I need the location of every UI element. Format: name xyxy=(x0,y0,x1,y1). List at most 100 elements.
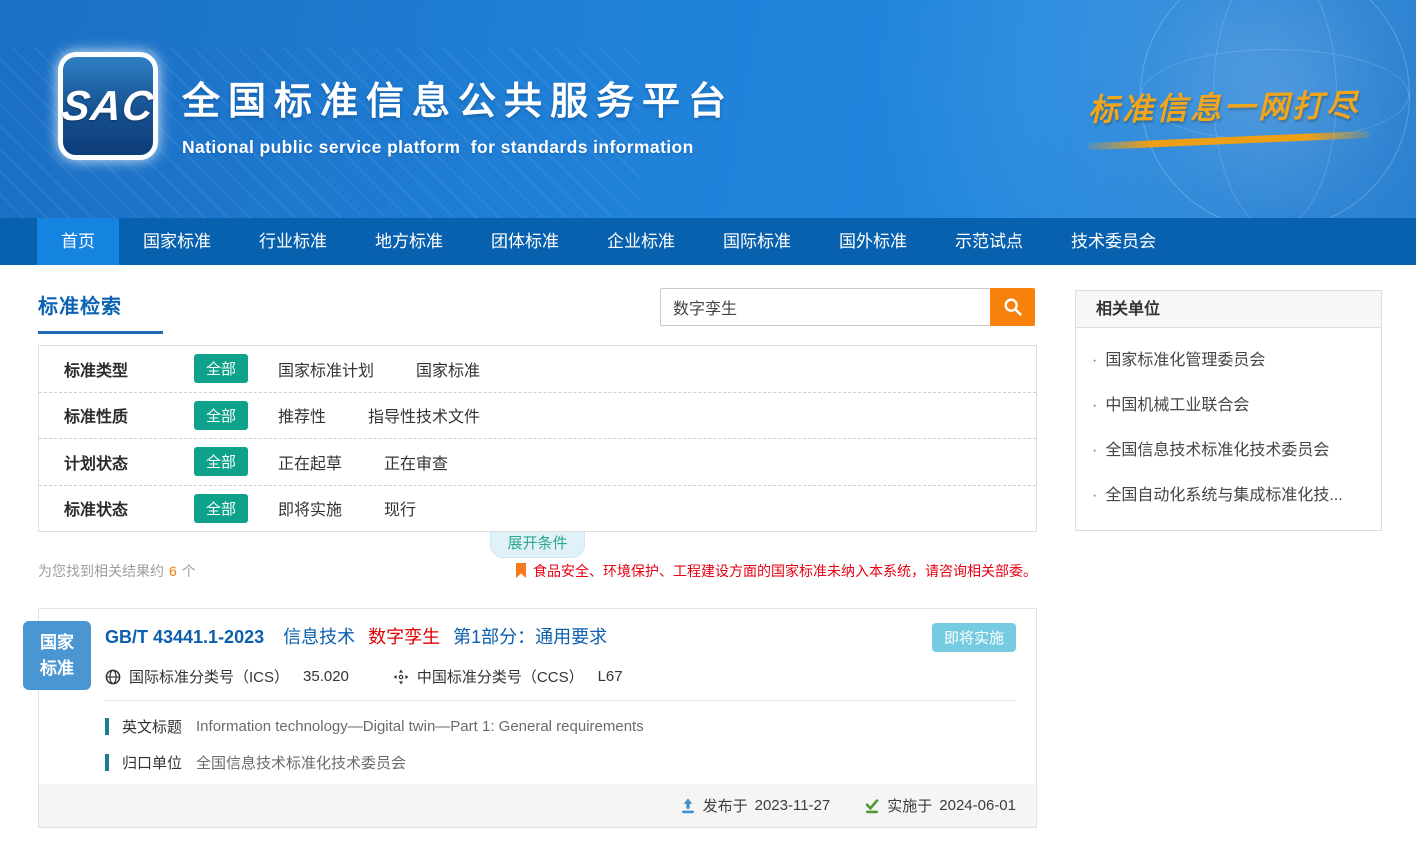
type-badge-line2: 标准 xyxy=(40,656,74,682)
sac-logo-text: SAC xyxy=(60,82,157,130)
compass-arrows-icon xyxy=(393,669,409,685)
sidebar-item-it-standardization-committee[interactable]: · 全国信息技术标准化技术委员会 xyxy=(1076,428,1381,473)
ccs-value: L67 xyxy=(598,668,623,685)
teal-marker-bar xyxy=(105,754,109,771)
site-title: 全国标准信息公共服务平台 xyxy=(182,70,734,125)
search-input[interactable] xyxy=(660,288,990,326)
nav-item-pilot-projects[interactable]: 示范试点 xyxy=(931,218,1047,265)
ics-label: 国际标准分类号（ICS） xyxy=(129,666,289,687)
page-title: 标准检索 xyxy=(38,290,163,319)
english-title-row: 英文标题 Information technology—Digital twin… xyxy=(39,716,1036,737)
filter-option[interactable]: 国家标准 xyxy=(416,357,480,381)
ics-value: 35.020 xyxy=(303,668,349,685)
committee-row: 归口单位 全国信息技术标准化技术委员会 xyxy=(39,752,1036,773)
publish-date: 2023-11-27 xyxy=(755,797,831,814)
nav-item-enterprise-standards[interactable]: 企业标准 xyxy=(583,218,699,265)
filter-row-standard-type: 标准类型 全部 国家标准计划 国家标准 xyxy=(39,346,1036,392)
filter-option[interactable]: 推荐性 xyxy=(278,403,326,427)
globe-icon xyxy=(105,669,121,685)
nav-item-technical-committees[interactable]: 技术委员会 xyxy=(1047,218,1180,265)
expand-conditions-button[interactable]: 展开条件 xyxy=(490,532,585,558)
sidebar-item-label: 国家标准化管理委员会 xyxy=(1105,352,1265,369)
ccs-meta: 中国标准分类号（CCS） L67 xyxy=(393,666,623,687)
committee-label: 归口单位 xyxy=(122,752,182,773)
filter-option[interactable]: 正在起草 xyxy=(278,450,342,474)
search-button[interactable] xyxy=(990,288,1035,326)
implement-date: 2024-06-01 xyxy=(939,797,1016,814)
standard-title-part2: 第1部分：通用要求 xyxy=(453,627,607,647)
ics-meta: 国际标准分类号（ICS） 35.020 xyxy=(105,666,349,687)
ccs-label: 中国标准分类号（CCS） xyxy=(417,666,584,687)
nav-item-local-standards[interactable]: 地方标准 xyxy=(351,218,467,265)
result-count-number: 6 xyxy=(169,563,177,579)
main-nav: 首页 国家标准 行业标准 地方标准 团体标准 企业标准 国际标准 国外标准 示范… xyxy=(0,218,1416,265)
sidebar-item-sac[interactable]: ·国家标准化管理委员会 xyxy=(1076,338,1381,383)
sidebar-item-label: 中国机械工业联合会 xyxy=(1105,397,1249,414)
committee-value: 全国信息技术标准化技术委员会 xyxy=(196,752,406,773)
result-card: 国家 标准 GB/T 43441.1-2023 信息技术 数字孪生 第1部分：通… xyxy=(38,608,1037,828)
notice-text: 食品安全、环境保护、工程建设方面的国家标准未纳入本系统，请咨询相关部委。 xyxy=(533,561,1037,581)
sidebar-item-label: 全国信息技术标准化技术委员会 xyxy=(1105,442,1329,459)
bullet: · xyxy=(1092,487,1097,504)
filter-label: 标准类型 xyxy=(64,357,164,381)
nav-item-home[interactable]: 首页 xyxy=(37,218,119,265)
implement-label: 实施于 xyxy=(887,795,932,816)
filter-option[interactable]: 正在审查 xyxy=(384,450,448,474)
standard-type-badge: 国家 标准 xyxy=(23,621,91,690)
teal-marker-bar xyxy=(105,718,109,735)
site-header: SAC 全国标准信息公共服务平台 National public service… xyxy=(0,0,1416,218)
nav-item-industry-standards[interactable]: 行业标准 xyxy=(235,218,351,265)
filter-all-button[interactable]: 全部 xyxy=(194,401,248,430)
card-head: GB/T 43441.1-2023 信息技术 数字孪生 第1部分：通用要求 即将… xyxy=(39,609,1036,652)
publish-label: 发布于 xyxy=(703,795,748,816)
sac-logo[interactable]: SAC xyxy=(58,52,158,160)
notice: 食品安全、环境保护、工程建设方面的国家标准未纳入本系统，请咨询相关部委。 xyxy=(515,561,1037,581)
results-meta-row: 为您找到相关结果约 6个 食品安全、环境保护、工程建设方面的国家标准未纳入本系统，… xyxy=(38,558,1037,584)
sidebar-item-label: 全国自动化系统与集成标准化技... xyxy=(1105,487,1342,504)
filter-label: 计划状态 xyxy=(64,450,164,474)
filter-label: 标准状态 xyxy=(64,496,164,520)
standard-code: GB/T 43441.1-2023 xyxy=(105,627,264,647)
filter-box: 标准类型 全部 国家标准计划 国家标准 标准性质 全部 推荐性 指导性技术文件 … xyxy=(38,345,1037,532)
result-count-prefix: 为您找到相关结果约 xyxy=(38,563,164,579)
filter-all-button[interactable]: 全部 xyxy=(194,447,248,476)
section-title-underline xyxy=(38,331,163,334)
related-units-panel: 相关单位 ·国家标准化管理委员会 ·中国机械工业联合会 ·全国信息技术标准化技术… xyxy=(1075,290,1382,531)
publish-date-group: 发布于 2023-11-27 xyxy=(680,795,831,816)
site-title-block: 全国标准信息公共服务平台 National public service pla… xyxy=(182,70,734,158)
related-units-list: ·国家标准化管理委员会 ·中国机械工业联合会 ·全国信息技术标准化技术委员会 ·… xyxy=(1076,328,1381,530)
status-badge: 即将实施 xyxy=(932,623,1016,652)
nav-item-group-standards[interactable]: 团体标准 xyxy=(467,218,583,265)
nav-item-foreign-standards[interactable]: 国外标准 xyxy=(815,218,931,265)
search-section-head: 标准检索 xyxy=(38,290,163,334)
filter-option[interactable]: 指导性技术文件 xyxy=(368,403,480,427)
filter-option[interactable]: 国家标准计划 xyxy=(278,357,374,381)
header-slogan: 标准信息一网打尽 xyxy=(1088,82,1388,144)
type-badge-line1: 国家 xyxy=(40,630,74,656)
bullet: · xyxy=(1092,397,1097,414)
bullet: · xyxy=(1092,442,1097,459)
filter-label: 标准性质 xyxy=(64,403,164,427)
sidebar-item-machinery-federation[interactable]: · 中国机械工业联合会 xyxy=(1076,383,1381,428)
check-icon xyxy=(864,798,880,814)
result-count: 为您找到相关结果约 6个 xyxy=(38,561,196,581)
nav-item-international-standards[interactable]: 国际标准 xyxy=(699,218,815,265)
card-divider xyxy=(105,700,1016,701)
filter-option[interactable]: 即将实施 xyxy=(278,496,342,520)
card-meta-row: 国际标准分类号（ICS） 35.020 中国标准分类号（CCS） L67 xyxy=(39,652,1036,687)
search-box xyxy=(660,288,1035,326)
sidebar-item-automation-systems-committee[interactable]: · 全国自动化系统与集成标准化技... xyxy=(1076,473,1381,518)
standard-title-link[interactable]: GB/T 43441.1-2023 信息技术 数字孪生 第1部分：通用要求 xyxy=(105,623,607,649)
site-subtitle: National public service platform for sta… xyxy=(182,137,734,158)
filter-all-button[interactable]: 全部 xyxy=(194,354,248,383)
standard-title-part1: 信息技术 xyxy=(283,627,355,647)
filter-row-standard-nature: 标准性质 全部 推荐性 指导性技术文件 xyxy=(39,392,1036,439)
filter-option[interactable]: 现行 xyxy=(384,496,416,520)
result-count-suffix: 个 xyxy=(182,563,196,579)
english-title-value: Information technology—Digital twin—Part… xyxy=(196,718,644,735)
standard-title-highlight: 数字孪生 xyxy=(368,627,440,647)
filter-row-plan-status: 计划状态 全部 正在起草 正在审查 xyxy=(39,438,1036,485)
search-icon xyxy=(1002,296,1024,318)
filter-all-button[interactable]: 全部 xyxy=(194,494,248,523)
nav-item-national-standards[interactable]: 国家标准 xyxy=(119,218,235,265)
